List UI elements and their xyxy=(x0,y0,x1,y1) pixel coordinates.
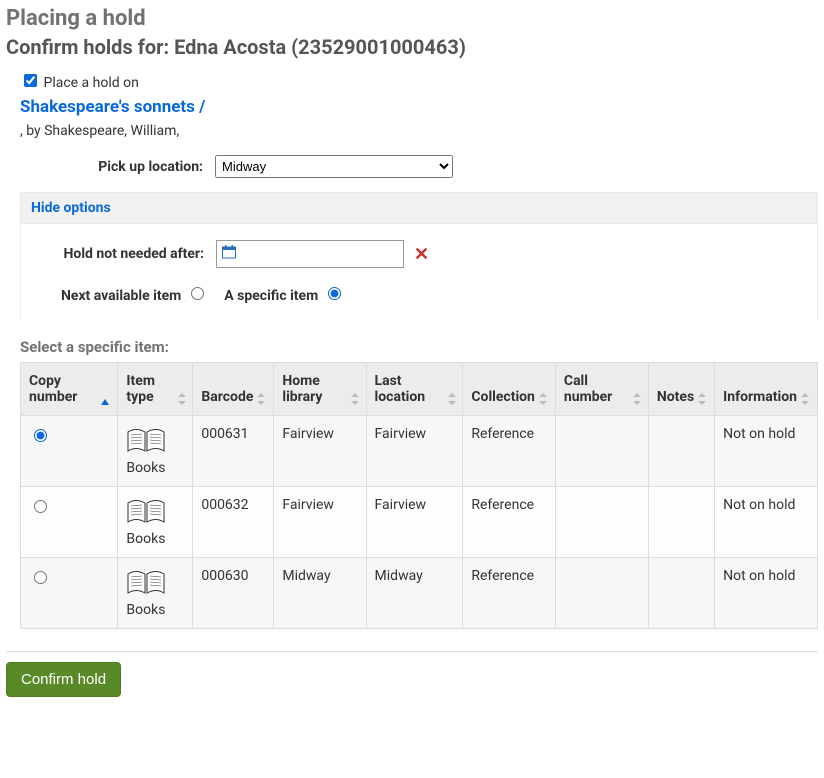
last-location: Fairview xyxy=(366,416,463,487)
next-available-label[interactable]: Next available item xyxy=(61,288,210,304)
book-icon xyxy=(126,497,184,529)
item-select-radio[interactable] xyxy=(34,571,47,584)
notes xyxy=(648,416,714,487)
barcode: 000632 xyxy=(193,487,274,558)
divider xyxy=(6,651,818,652)
sort-icon xyxy=(801,393,809,405)
hold-not-needed-after-input[interactable] xyxy=(216,240,404,268)
patron-name: Edna Acosta xyxy=(174,35,286,59)
col-item-type[interactable]: Item type xyxy=(118,363,193,416)
book-icon xyxy=(126,568,184,600)
sort-asc-icon xyxy=(101,399,109,405)
information: Not on hold xyxy=(715,487,818,558)
col-notes[interactable]: Notes xyxy=(648,363,714,416)
specific-item-label[interactable]: A specific item xyxy=(224,288,343,304)
collection: Reference xyxy=(463,487,556,558)
confirm-prefix: Confirm holds for: xyxy=(6,35,174,59)
col-home-library[interactable]: Home library xyxy=(274,363,366,416)
col-call-number[interactable]: Call number xyxy=(555,363,648,416)
next-available-radio[interactable] xyxy=(191,287,204,300)
sort-icon xyxy=(448,393,455,405)
col-copy-number[interactable]: Copy number xyxy=(21,363,118,416)
items-table: Copy number Item type Barcode Home libra… xyxy=(20,362,818,629)
home-library: Midway xyxy=(274,558,366,629)
barcode: 000630 xyxy=(193,558,274,629)
table-row: Books000631FairviewFairviewReferenceNot … xyxy=(21,416,818,487)
collection: Reference xyxy=(463,558,556,629)
pickup-location-label: Pick up location: xyxy=(20,159,215,175)
confirm-heading: Confirm holds for: Edna Acosta (23529001… xyxy=(6,35,818,59)
last-location: Midway xyxy=(366,558,463,629)
sort-icon xyxy=(178,393,184,405)
sort-icon xyxy=(698,393,706,405)
collection: Reference xyxy=(463,416,556,487)
home-library: Fairview xyxy=(274,487,366,558)
call-number xyxy=(555,558,648,629)
select-specific-item-label: Select a specific item: xyxy=(20,338,818,356)
place-hold-checkbox[interactable] xyxy=(24,74,37,87)
toggle-options-link[interactable]: Hide options xyxy=(31,200,111,216)
sort-icon xyxy=(351,393,357,405)
call-number xyxy=(555,416,648,487)
sort-icon xyxy=(633,393,640,405)
sort-icon xyxy=(539,393,547,405)
hold-not-needed-after-label: Hold not needed after: xyxy=(21,245,216,263)
col-barcode[interactable]: Barcode xyxy=(193,363,274,416)
bib-byline: , by Shakespeare, William, xyxy=(20,123,818,139)
information: Not on hold xyxy=(715,558,818,629)
book-icon xyxy=(126,426,184,458)
notes xyxy=(648,487,714,558)
col-collection[interactable]: Collection xyxy=(463,363,556,416)
call-number xyxy=(555,487,648,558)
item-select-radio[interactable] xyxy=(34,429,47,442)
table-row: Books000630MidwayMidwayReferenceNot on h… xyxy=(21,558,818,629)
barcode: 000631 xyxy=(193,416,274,487)
item-select-radio[interactable] xyxy=(34,500,47,513)
confirm-hold-button[interactable]: Confirm hold xyxy=(6,662,121,697)
col-last-location[interactable]: Last location xyxy=(366,363,463,416)
last-location: Fairview xyxy=(366,487,463,558)
notes xyxy=(648,558,714,629)
home-library: Fairview xyxy=(274,416,366,487)
page-heading: Placing a hold xyxy=(6,6,818,31)
sort-icon xyxy=(257,393,265,405)
pickup-location-select[interactable]: Midway xyxy=(215,155,453,178)
patron-card: 23529001000463 xyxy=(298,35,459,59)
table-row: Books000632FairviewFairviewReferenceNot … xyxy=(21,487,818,558)
item-type: Books xyxy=(126,460,165,476)
col-information[interactable]: Information xyxy=(715,363,818,416)
specific-item-radio[interactable] xyxy=(328,287,341,300)
item-type: Books xyxy=(126,531,165,547)
information: Not on hold xyxy=(715,416,818,487)
place-hold-label: Place a hold on xyxy=(43,75,138,91)
bib-title-link[interactable]: Shakespeare's sonnets / xyxy=(20,97,205,117)
item-type: Books xyxy=(126,602,165,618)
clear-date-icon[interactable]: ✕ xyxy=(414,244,429,265)
